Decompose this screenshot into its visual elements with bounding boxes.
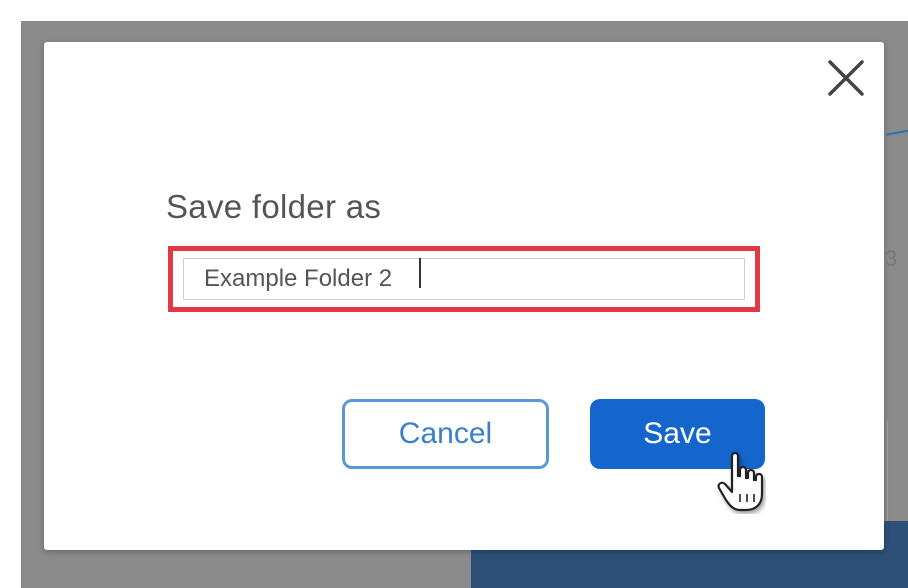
close-button[interactable] [826,58,866,98]
background-partial-text: 3 [885,246,898,271]
text-caret [419,258,421,288]
cancel-button[interactable]: Cancel [342,399,549,469]
hand-pointer-cursor-icon [716,450,766,514]
background-chart-line [886,128,908,136]
folder-name-input[interactable] [183,258,745,300]
close-icon [828,60,864,96]
input-highlight [168,246,760,312]
background-divider [887,421,888,521]
screenshot-frame: 3 Save folder as Cancel Save [21,21,908,588]
dialog-title: Save folder as [166,188,382,225]
save-folder-dialog: Save folder as Cancel Save [44,42,884,550]
